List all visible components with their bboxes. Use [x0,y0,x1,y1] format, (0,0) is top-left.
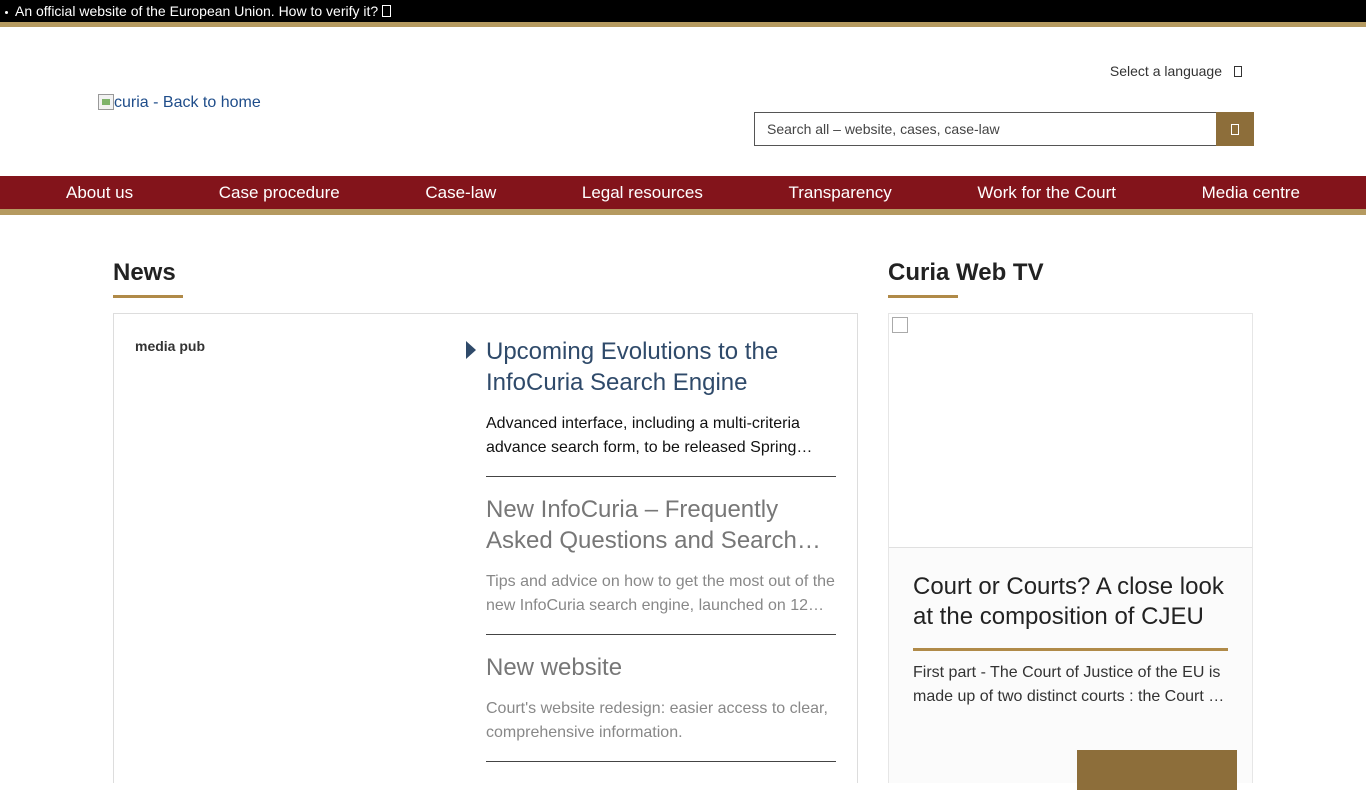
eu-banner-text: An official website of the European Unio… [15,3,379,19]
news-item-desc: Tips and advice on how to get the most o… [486,573,835,614]
nav-item-case-procedure[interactable]: Case procedure [219,183,340,203]
chevron-down-icon[interactable] [382,5,392,17]
nav-item-legal-resources[interactable]: Legal resources [582,183,703,203]
news-item[interactable]: New InfoCuria – Frequently Asked Questio… [486,494,836,635]
video-title-underline [913,648,1228,651]
search-button[interactable] [1216,112,1254,146]
caret-right-icon [466,341,476,359]
search-icon [1231,123,1239,135]
news-item-desc: Court's website redesign: easier access … [486,700,828,741]
news-item-title[interactable]: New InfoCuria – Frequently Asked Questio… [486,494,836,556]
news-item-divider [486,476,836,477]
eu-official-banner[interactable]: An official website of the European Unio… [0,0,1366,22]
nav-item-media-centre[interactable]: Media centre [1202,183,1300,203]
news-panel: media pub Upcoming Evolutions to the Inf… [113,313,858,783]
video-player[interactable] [889,314,1252,548]
web-tv-panel: Court or Courts? A close look at the com… [888,313,1253,790]
web-tv-heading: Curia Web TV [888,259,1044,286]
nav-gold-divider [0,209,1366,215]
nav-item-work-for-the-court[interactable]: Work for the Court [977,183,1116,203]
news-item-title[interactable]: Upcoming Evolutions to the InfoCuria Sea… [486,336,836,398]
search-placeholder: Search all – website, cases, case-law [767,121,1000,137]
news-item-desc: Advanced interface, including a multi-cr… [486,415,813,456]
bullet-icon [5,10,8,14]
video-description: First part - The Court of Justice of the… [913,664,1225,705]
broken-image-icon [98,94,114,110]
logo-alt-text: curia - Back to home [114,94,261,111]
web-tv-heading-underline [888,295,958,298]
news-item[interactable]: New website Court's website redesign: ea… [486,652,836,762]
nav-item-case-law[interactable]: Case-law [425,183,496,203]
search-input[interactable]: Search all – website, cases, case-law [754,112,1216,146]
news-item-divider [486,634,836,635]
news-heading-underline [113,295,183,298]
news-heading: News [113,259,176,286]
news-image-alt: media pub [135,338,206,354]
news-item[interactable]: Upcoming Evolutions to the InfoCuria Sea… [486,336,836,477]
main-navigation: About us Case procedure Case-law Legal r… [0,176,1366,209]
web-tv-more-button[interactable] [1077,750,1237,790]
language-label: Select a language [1109,63,1222,79]
language-selector[interactable]: Select a language [1110,63,1242,79]
nav-item-transparency[interactable]: Transparency [788,183,891,203]
chevron-down-icon [1234,66,1242,77]
broken-image-icon [892,317,908,333]
home-logo-link[interactable]: curia - Back to home [98,94,261,112]
video-title[interactable]: Court or Courts? A close look at the com… [913,572,1233,632]
news-item-divider [486,761,836,762]
news-item-title[interactable]: New website [486,652,836,683]
news-image: media pub [135,338,205,354]
top-gold-divider [0,22,1366,27]
nav-item-about-us[interactable]: About us [66,183,133,203]
